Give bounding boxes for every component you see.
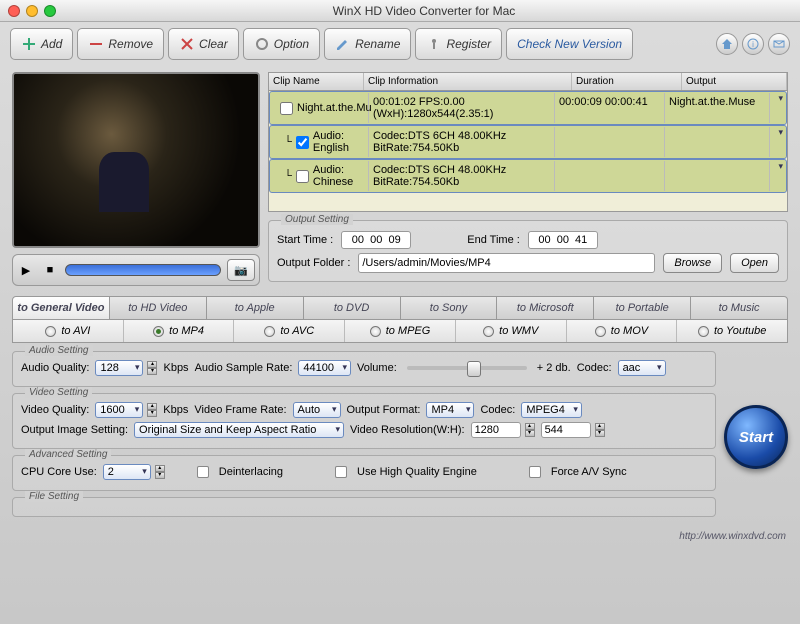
audio-codec-select[interactable]: aac xyxy=(618,360,666,376)
format-tab[interactable]: to MOV xyxy=(567,320,678,342)
register-button[interactable]: Register xyxy=(415,28,502,60)
home-icon[interactable] xyxy=(716,33,738,55)
video-preview[interactable] xyxy=(12,72,260,248)
image-setting-select[interactable]: Original Size and Keep Aspect Ratio xyxy=(134,422,344,438)
radio-icon xyxy=(698,326,709,337)
toolbar: Add Remove Clear Option Rename Register … xyxy=(0,22,800,66)
output-setting-group: Output Setting Start Time : End Time : O… xyxy=(268,220,788,282)
res-width-input[interactable] xyxy=(471,422,521,438)
audio-quality-select[interactable]: 128 xyxy=(95,360,143,376)
col-output: Output xyxy=(682,73,787,90)
play-icon[interactable]: ▶ xyxy=(17,261,35,279)
category-tab[interactable]: to General Video xyxy=(12,296,110,320)
res-height-stepper[interactable]: ▴▾ xyxy=(595,423,605,437)
category-tab[interactable]: to Sony xyxy=(401,296,498,320)
clip-checkbox[interactable] xyxy=(280,102,293,115)
close-icon[interactable] xyxy=(8,5,20,17)
window-controls xyxy=(8,5,56,17)
volume-slider[interactable] xyxy=(407,366,527,370)
output-folder-input[interactable] xyxy=(358,253,655,273)
titlebar: WinX HD Video Converter for Mac xyxy=(0,0,800,22)
table-row[interactable]: └Audio: ChineseCodec:DTS 6CH 48.00KHz Bi… xyxy=(269,159,787,193)
category-tab[interactable]: to DVD xyxy=(304,296,401,320)
category-tab[interactable]: to Portable xyxy=(594,296,691,320)
video-quality-select[interactable]: 1600 xyxy=(95,402,143,418)
rename-button[interactable]: Rename xyxy=(324,28,411,60)
stop-icon[interactable]: ■ xyxy=(41,261,59,279)
audio-sample-select[interactable]: 44100 xyxy=(298,360,351,376)
end-time-input[interactable] xyxy=(528,231,598,249)
hq-engine-checkbox[interactable] xyxy=(335,466,347,478)
start-button[interactable]: Start xyxy=(724,405,788,469)
snapshot-icon[interactable]: 📷 xyxy=(227,259,255,281)
video-quality-stepper[interactable]: ▴▾ xyxy=(147,403,157,417)
svg-text:i: i xyxy=(752,40,754,49)
format-tab[interactable]: to Youtube xyxy=(677,320,787,342)
res-height-input[interactable] xyxy=(541,422,591,438)
radio-icon xyxy=(370,326,381,337)
advanced-setting-group: Advanced Setting CPU Core Use: 2 ▴▾ Dein… xyxy=(12,455,716,491)
option-button[interactable]: Option xyxy=(243,28,320,60)
clear-button[interactable]: Clear xyxy=(168,28,239,60)
radio-icon xyxy=(45,326,56,337)
radio-icon xyxy=(153,326,164,337)
format-tab[interactable]: to MP4 xyxy=(124,320,235,342)
audio-quality-stepper[interactable]: ▴▾ xyxy=(147,361,157,375)
table-row[interactable]: Night.at.the.Mu00:01:02 FPS:0.00 (WxH):1… xyxy=(269,91,787,125)
radio-icon xyxy=(264,326,275,337)
format-tab[interactable]: to WMV xyxy=(456,320,567,342)
category-tab[interactable]: to Apple xyxy=(207,296,304,320)
add-button[interactable]: Add xyxy=(10,28,73,60)
seek-slider[interactable] xyxy=(65,264,221,276)
footer-url[interactable]: http://www.winxdvd.com xyxy=(0,527,800,546)
output-format-select[interactable]: MP4 xyxy=(426,402,474,418)
output-folder-label: Output Folder : xyxy=(277,257,350,269)
format-tab[interactable]: to AVC xyxy=(234,320,345,342)
video-setting-group: Video Setting Video Quality: 1600 ▴▾ Kbp… xyxy=(12,393,716,449)
check-version-button[interactable]: Check New Version xyxy=(506,28,633,60)
playback-controls: ▶ ■ 📷 xyxy=(12,254,260,286)
clip-checkbox[interactable] xyxy=(296,136,309,149)
remove-button[interactable]: Remove xyxy=(77,28,164,60)
open-button[interactable]: Open xyxy=(730,253,779,273)
browse-button[interactable]: Browse xyxy=(663,253,722,273)
window-title: WinX HD Video Converter for Mac xyxy=(56,4,792,18)
category-tabs: to General Videoto HD Videoto Appleto DV… xyxy=(12,296,788,320)
zoom-icon[interactable] xyxy=(44,5,56,17)
cpu-core-select[interactable]: 2 xyxy=(103,464,151,480)
clip-table: Clip Name Clip Information Duration Outp… xyxy=(268,72,788,212)
format-tab[interactable]: to AVI xyxy=(13,320,124,342)
framerate-select[interactable]: Auto xyxy=(293,402,341,418)
format-tabs: to AVIto MP4to AVCto MPEGto WMVto MOVto … xyxy=(12,320,788,343)
col-clip-name: Clip Name xyxy=(269,73,364,90)
clip-checkbox[interactable] xyxy=(296,170,309,183)
file-setting-group: File Setting xyxy=(12,497,716,517)
start-time-label: Start Time : xyxy=(277,234,333,246)
mail-icon[interactable] xyxy=(768,33,790,55)
cpu-core-stepper[interactable]: ▴▾ xyxy=(155,465,165,479)
category-tab[interactable]: to HD Video xyxy=(110,296,207,320)
audio-setting-group: Audio Setting Audio Quality: 128 ▴▾ Kbps… xyxy=(12,351,716,387)
force-sync-checkbox[interactable] xyxy=(529,466,541,478)
category-tab[interactable]: to Microsoft xyxy=(497,296,594,320)
radio-icon xyxy=(595,326,606,337)
res-width-stepper[interactable]: ▴▾ xyxy=(525,423,535,437)
preview-panel: ▶ ■ 📷 xyxy=(12,72,260,286)
start-time-input[interactable] xyxy=(341,231,411,249)
col-clip-info: Clip Information xyxy=(364,73,572,90)
format-tab[interactable]: to MPEG xyxy=(345,320,456,342)
radio-icon xyxy=(483,326,494,337)
minimize-icon[interactable] xyxy=(26,5,38,17)
table-row[interactable]: └Audio: EnglishCodec:DTS 6CH 48.00KHz Bi… xyxy=(269,125,787,159)
deinterlacing-checkbox[interactable] xyxy=(197,466,209,478)
col-duration: Duration xyxy=(572,73,682,90)
category-tab[interactable]: to Music xyxy=(691,296,788,320)
video-codec-select[interactable]: MPEG4 xyxy=(521,402,582,418)
info-icon[interactable]: i xyxy=(742,33,764,55)
end-time-label: End Time : xyxy=(467,234,520,246)
